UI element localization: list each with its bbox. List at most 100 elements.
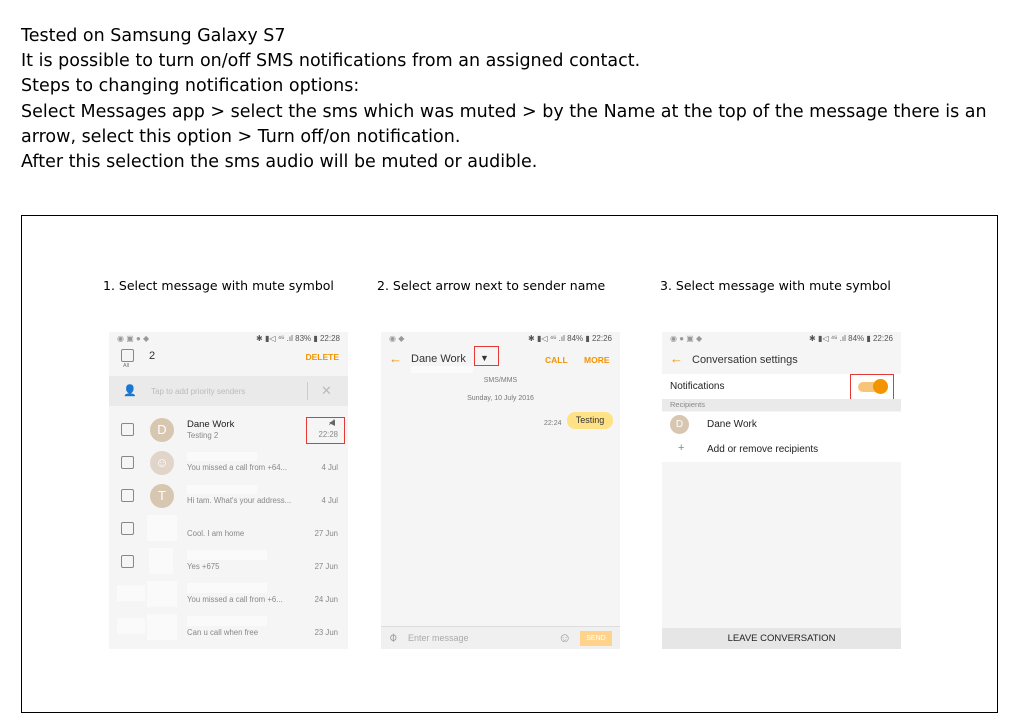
message-date: 23 Jun (314, 628, 338, 637)
contact-name: Dane Work (187, 419, 235, 430)
message-preview: Yes +675 (187, 562, 220, 571)
notification-icons: ◉ ▣ ● ◆ (117, 334, 150, 343)
phone-conversation: ◉ ◆ ✱ ▮◁ ⁴⁶ .ıl 84% ▮ 22:26 ← Dane Work … (381, 332, 620, 649)
message-date: 24 Jun (314, 595, 338, 604)
emoji-icon[interactable]: ☺ (558, 630, 571, 645)
select-all-label: All (123, 363, 130, 369)
notification-icons: ◉ ◆ (389, 334, 405, 343)
phone-messages-list: ◉ ▣ ● ◆ ✱ ▮◁ ⁴⁶ .ıl 83% ▮ 22:28 All 2 DE… (109, 332, 348, 649)
redacted-name (187, 583, 267, 593)
status-right: ✱ ▮◁ ⁴⁶ .ıl 84% ▮ 22:26 (809, 334, 893, 343)
add-remove-label: Add or remove recipients (707, 444, 819, 455)
message-preview: You missed a call from +64... (187, 463, 288, 472)
status-bar: ◉ ◆ ✱ ▮◁ ⁴⁶ .ıl 84% ▮ 22:26 (381, 332, 620, 346)
intro-line: It is possible to turn on/off SMS notifi… (21, 51, 641, 72)
row-checkbox[interactable] (121, 489, 134, 502)
conversation-row[interactable]: T Hi tam. What's your address... 4 Jul (109, 482, 348, 515)
row-checkbox[interactable] (121, 456, 134, 469)
conversation-row[interactable]: Yes +675 27 Jun (109, 548, 348, 581)
thread-type: SMS/MMS (483, 377, 518, 384)
caption-step-3: 3. Select message with mute symbol (660, 278, 891, 293)
conversation-row[interactable]: Can u call when free 23 Jun (109, 614, 348, 647)
message-bubble: Testing (567, 412, 613, 429)
conversation-row[interactable]: Cool. I am home 27 Jun (109, 515, 348, 548)
row-checkbox[interactable] (121, 522, 134, 535)
redacted-avatar (147, 614, 177, 640)
close-icon[interactable]: ✕ (321, 383, 332, 399)
message-preview: Hi tam. What's your address... (187, 496, 292, 505)
redacted-avatar (147, 515, 177, 541)
redacted-avatar (147, 581, 177, 607)
conversation-row[interactable]: You missed a call from +6... 24 Jun (109, 581, 348, 614)
mute-highlight-box (306, 417, 345, 444)
conversation-header: ← Dane Work ▼ CALL MORE (381, 346, 620, 374)
add-contact-icon: 👤 (123, 385, 137, 397)
caption-step-1: 1. Select message with mute symbol (103, 278, 334, 293)
contact-name: Dane Work (411, 353, 466, 365)
recipient-row[interactable]: D Dane Work (662, 412, 901, 438)
row-checkbox[interactable] (121, 423, 134, 436)
divider (307, 382, 308, 400)
redacted-name (187, 452, 257, 461)
thread-date: Sunday, 10 July 2016 (467, 395, 534, 402)
message-date: 27 Jun (314, 562, 338, 571)
status-bar: ◉ ● ▣ ◆ ✱ ▮◁ ⁴⁶ .ıl 84% ▮ 22:26 (662, 332, 901, 346)
plus-icon: + (678, 442, 685, 454)
conversation-row[interactable]: ☺ You missed a call from +64... 4 Jul (109, 449, 348, 482)
leave-conversation-button[interactable]: LEAVE CONVERSATION (662, 628, 901, 649)
attach-icon[interactable]: ⌀ (385, 629, 400, 644)
intro-line: After this selection the sms audio will … (21, 152, 538, 173)
more-button[interactable]: MORE (584, 355, 610, 365)
notification-icons: ◉ ● ▣ ◆ (670, 334, 703, 343)
send-button[interactable]: SEND (580, 631, 612, 646)
intro-line: Tested on Samsung Galaxy S7 (21, 26, 286, 46)
back-arrow-icon[interactable]: ← (389, 351, 402, 366)
message-preview: Can u call when free (187, 628, 259, 637)
status-right: ✱ ▮◁ ⁴⁶ .ıl 84% ▮ 22:26 (528, 334, 612, 343)
settings-header: ← Conversation settings (662, 346, 901, 374)
call-button[interactable]: CALL (545, 355, 568, 365)
priority-placeholder: Tap to add priority senders (151, 387, 246, 396)
caption-step-2: 2. Select arrow next to sender name (377, 278, 606, 293)
message-preview: Cool. I am home (187, 529, 245, 538)
selection-toolbar: All 2 DELETE (109, 346, 348, 372)
delete-button[interactable]: DELETE (305, 352, 339, 362)
add-remove-recipients-row[interactable]: + Add or remove recipients (662, 437, 901, 462)
redacted-name (187, 616, 267, 626)
redacted-avatar (149, 548, 173, 574)
status-bar: ◉ ▣ ● ◆ ✱ ▮◁ ⁴⁶ .ıl 83% ▮ 22:28 (109, 332, 348, 346)
contact-photo-avatar: ☺ (150, 451, 174, 475)
intro-line: Select Messages app > select the sms whi… (21, 101, 987, 147)
redacted-name (187, 550, 267, 560)
status-right: ✱ ▮◁ ⁴⁶ .ıl 83% ▮ 22:28 (256, 334, 340, 343)
recipients-header-label: Recipients (670, 400, 706, 409)
row-checkbox[interactable] (121, 555, 134, 568)
redacted-checkbox (117, 618, 145, 634)
redacted-number (411, 366, 473, 373)
selected-count: 2 (149, 350, 156, 362)
priority-senders-bar[interactable]: 👤 Tap to add priority senders ✕ (109, 376, 348, 406)
message-preview: You missed a call from +6... (187, 595, 283, 604)
message-input[interactable]: Enter message (408, 633, 469, 643)
message-date: 4 Jul (321, 496, 338, 505)
notifications-label: Notifications (670, 381, 725, 392)
message-date: 4 Jul (321, 463, 338, 472)
avatar: D (150, 418, 174, 442)
avatar: D (670, 415, 689, 434)
back-arrow-icon[interactable]: ← (670, 351, 683, 366)
message-time: 22:24 (544, 420, 562, 427)
message-preview: Testing 2 (187, 431, 219, 440)
toggle-highlight-box (850, 374, 894, 401)
intro-line: Steps to changing notification options: (21, 76, 360, 97)
message-date: 27 Jun (314, 529, 338, 538)
recipients-section-header: Recipients (662, 399, 901, 411)
arrow-highlight-box (474, 346, 499, 366)
select-all-checkbox[interactable] (121, 349, 134, 362)
redacted-checkbox (117, 585, 145, 601)
phone-conversation-settings: ◉ ● ▣ ◆ ✱ ▮◁ ⁴⁶ .ıl 84% ▮ 22:26 ← Conver… (662, 332, 901, 649)
redacted-name (187, 485, 257, 494)
message-input-bar: ⌀ Enter message ☺ SEND (381, 626, 620, 649)
page-title: Conversation settings (692, 354, 798, 366)
intro-text: Tested on Samsung Galaxy S7 It is possib… (21, 24, 1001, 175)
avatar: T (150, 484, 174, 508)
